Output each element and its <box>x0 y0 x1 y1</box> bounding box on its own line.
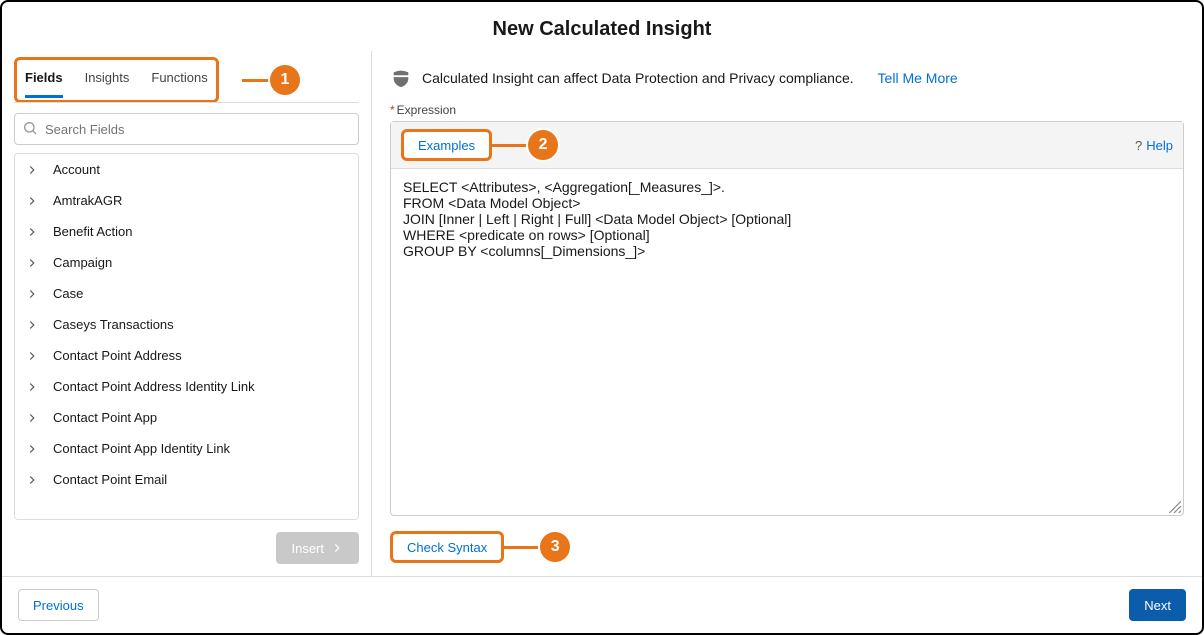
modal-title: New Calculated Insight <box>2 18 1202 41</box>
list-item[interactable]: Contact Point Address <box>15 340 358 371</box>
right-panel: Calculated Insight can affect Data Prote… <box>372 51 1202 576</box>
divider <box>14 102 359 103</box>
insert-label: Insert <box>291 541 324 556</box>
insert-button: Insert <box>276 532 359 564</box>
list-item[interactable]: Contact Point App <box>15 402 358 433</box>
help-icon: ? <box>1135 138 1142 153</box>
search-box <box>14 113 359 145</box>
list-item[interactable]: Contact Point App Identity Link <box>15 433 358 464</box>
modal-footer: Previous Next <box>2 576 1202 633</box>
list-item[interactable]: Campaign <box>15 247 358 278</box>
field-label: Contact Point Address Identity Link <box>53 379 255 394</box>
insert-row: Insert <box>14 532 359 564</box>
field-label: Contact Point App <box>53 410 157 425</box>
field-label: Contact Point App Identity Link <box>53 441 230 456</box>
chevron-right-icon <box>25 225 39 239</box>
search-icon <box>22 120 38 136</box>
next-button[interactable]: Next <box>1129 589 1186 621</box>
callout-1: 1 <box>268 63 302 97</box>
tab-insights[interactable]: Insights <box>85 62 130 98</box>
chevron-right-icon <box>25 380 39 394</box>
examples-button[interactable]: Examples <box>401 129 492 161</box>
compliance-notice: Calculated Insight can affect Data Prote… <box>390 63 1184 103</box>
callout-3: 3 <box>538 530 572 564</box>
expression-box: Examples 2 ? Help <box>390 121 1184 516</box>
list-item[interactable]: Contact Point Email <box>15 464 358 495</box>
syntax-row: Check Syntax 3 <box>390 530 1184 564</box>
field-label: Case <box>53 286 83 301</box>
callout-2: 2 <box>526 128 560 162</box>
chevron-right-icon <box>25 194 39 208</box>
tab-fields[interactable]: Fields <box>25 62 63 98</box>
shield-icon <box>390 67 412 89</box>
chevron-right-icon <box>25 287 39 301</box>
list-item[interactable]: Account <box>15 154 358 185</box>
previous-button[interactable]: Previous <box>18 589 99 621</box>
expression-input[interactable] <box>391 169 1183 499</box>
tabs-wrapper: Fields Insights Functions 1 <box>14 57 359 103</box>
field-label: Benefit Action <box>53 224 133 239</box>
list-item[interactable]: Benefit Action <box>15 216 358 247</box>
notice-text: Calculated Insight can affect Data Prote… <box>422 70 854 86</box>
check-syntax-button[interactable]: Check Syntax <box>390 531 504 563</box>
list-item[interactable]: Caseys Transactions <box>15 309 358 340</box>
chevron-right-icon <box>25 163 39 177</box>
list-item[interactable]: Case <box>15 278 358 309</box>
field-label: Campaign <box>53 255 112 270</box>
tell-me-more-link[interactable]: Tell Me More <box>878 70 958 86</box>
left-panel: Fields Insights Functions 1 Account <box>2 51 372 576</box>
tab-functions[interactable]: Functions <box>151 62 207 98</box>
expression-toolbar: Examples 2 ? Help <box>391 122 1183 169</box>
field-label: Caseys Transactions <box>53 317 174 332</box>
field-label: AmtrakAGR <box>53 193 122 208</box>
modal-body: Fields Insights Functions 1 Account <box>2 51 1202 576</box>
tabs: Fields Insights Functions <box>14 57 219 103</box>
chevron-right-icon <box>25 442 39 456</box>
chevron-right-icon <box>25 256 39 270</box>
chevron-right-icon <box>25 318 39 332</box>
chevron-right-icon <box>25 349 39 363</box>
resize-handle-icon[interactable] <box>1167 499 1181 513</box>
required-star: * <box>390 103 395 117</box>
field-label: Contact Point Address <box>53 348 182 363</box>
chevron-right-icon <box>25 411 39 425</box>
chevron-right-icon <box>25 473 39 487</box>
field-label: Contact Point Email <box>53 472 167 487</box>
expression-label: *Expression <box>390 103 1184 117</box>
modal: New Calculated Insight Fields Insights F… <box>0 0 1204 635</box>
list-item[interactable]: AmtrakAGR <box>15 185 358 216</box>
help-link[interactable]: ? Help <box>1135 138 1173 153</box>
modal-header: New Calculated Insight <box>2 2 1202 51</box>
field-label: Account <box>53 162 100 177</box>
search-input[interactable] <box>14 113 359 145</box>
field-list[interactable]: Account AmtrakAGR Benefit Action Campaig… <box>14 153 359 520</box>
chevron-right-icon <box>330 541 344 555</box>
list-item[interactable]: Contact Point Address Identity Link <box>15 371 358 402</box>
